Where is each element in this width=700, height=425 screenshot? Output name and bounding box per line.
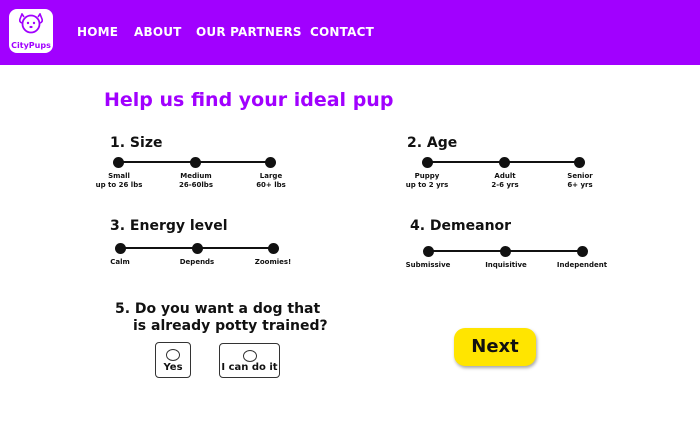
- demeanor-option-independent[interactable]: [576, 246, 588, 257]
- size-option-small[interactable]: [112, 157, 124, 168]
- demeanor-option-submissive[interactable]: [422, 246, 434, 257]
- nav-our-partners[interactable]: OUR PARTNERS: [196, 25, 302, 39]
- energy-label-zoomies: Zoomies!: [254, 258, 292, 266]
- potty-option-yes[interactable]: Yes: [155, 342, 191, 378]
- radio-circle-icon: [166, 349, 180, 361]
- demeanor-label-submissive: Submissive: [405, 261, 451, 269]
- age-option-adult[interactable]: [499, 157, 510, 168]
- energy-label-depends: Depends: [179, 258, 215, 266]
- potty-question-title-line2: is already potty trained?: [133, 318, 328, 334]
- age-label-senior: Senior 6+ yrs: [567, 172, 593, 189]
- nav-home[interactable]: HOME: [77, 25, 118, 39]
- nav-contact[interactable]: CONTACT: [310, 25, 374, 39]
- citypups-logo[interactable]: CityPups: [9, 9, 53, 53]
- demeanor-slider[interactable]: Submissive Inquisitive Independent: [406, 246, 607, 286]
- size-label-medium: Medium 26-60lbs: [179, 172, 213, 189]
- energy-option-depends[interactable]: [191, 243, 203, 254]
- age-option-puppy[interactable]: [421, 157, 433, 168]
- radio-circle-icon: [242, 350, 257, 362]
- age-question-title: 2. Age: [407, 135, 458, 151]
- energy-question-title: 3. Energy level: [110, 218, 228, 234]
- demeanor-label-independent: Independent: [556, 261, 608, 269]
- potty-option-yes-label: Yes: [163, 362, 183, 373]
- next-button[interactable]: Next: [454, 328, 536, 366]
- page-title: Help us find your ideal pup: [104, 89, 394, 111]
- demeanor-question-title: 4. Demeanor: [410, 218, 512, 234]
- age-option-senior[interactable]: [573, 157, 585, 168]
- age-slider[interactable]: Puppy up to 2 yrs Adult 2-6 yrs Senior 6+ y…: [406, 157, 593, 197]
- demeanor-label-inquisitive: Inquisitive: [485, 261, 527, 269]
- size-option-large[interactable]: [264, 157, 276, 168]
- dog-face-icon: [19, 13, 43, 34]
- age-label-puppy: Puppy up to 2 yrs: [405, 172, 449, 189]
- energy-option-zoomies[interactable]: [267, 243, 279, 254]
- energy-slider[interactable]: Calm Depends Zoomies!: [110, 243, 291, 283]
- age-label-adult: Adult 2-6 yrs: [491, 172, 519, 189]
- size-option-medium[interactable]: [190, 157, 201, 168]
- energy-label-calm: Calm: [110, 258, 130, 266]
- potty-option-i-can-do-it-label: I can do it: [221, 362, 278, 373]
- nav-about[interactable]: ABOUT: [134, 25, 182, 39]
- top-nav-bar: CityPups HOME ABOUT OUR PARTNERS CONTACT: [0, 0, 700, 65]
- size-slider[interactable]: Small up to 26 lbs Medium 26-60lbs Large 60…: [96, 157, 286, 197]
- demeanor-option-inquisitive[interactable]: [500, 246, 511, 257]
- size-question-title: 1. Size: [110, 135, 163, 151]
- potty-option-i-can-do-it[interactable]: I can do it: [219, 343, 280, 378]
- size-label-large: Large 60+ lbs: [256, 172, 286, 189]
- size-label-small: Small up to 26 lbs: [95, 172, 143, 189]
- logo-text: CityPups: [11, 41, 51, 50]
- energy-option-calm[interactable]: [114, 243, 126, 254]
